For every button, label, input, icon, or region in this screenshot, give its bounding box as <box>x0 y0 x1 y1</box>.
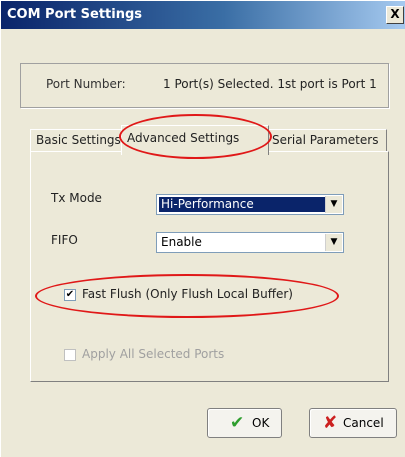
close-icon: X <box>390 7 400 21</box>
advanced-settings-panel: Tx Mode Hi-Performance ▼ FIFO Enable ▼ ✔… <box>30 151 389 382</box>
apply-all-label[interactable]: Apply All Selected Ports <box>82 347 224 361</box>
tab-serial-parameters[interactable]: Serial Parameters <box>266 129 387 152</box>
red-x-icon: ✘ <box>323 413 338 433</box>
port-number-label: Port Number: <box>46 77 126 91</box>
com-port-settings-dialog: COM Port Settings X Port Number: 1 Port(… <box>0 0 405 457</box>
green-check-icon: ✔ <box>230 413 245 433</box>
highlight-ellipse-advanced-tab <box>119 114 272 159</box>
close-button[interactable]: X <box>386 6 404 24</box>
tab-serial-parameters-label: Serial Parameters <box>272 133 379 147</box>
cancel-button[interactable]: ✘ Cancel <box>309 408 397 438</box>
ok-button[interactable]: ✔ OK <box>207 408 282 438</box>
tab-basic-settings[interactable]: Basic Settings <box>30 129 126 152</box>
port-number-value: 1 Port(s) Selected. 1st port is Port 1 <box>163 77 377 91</box>
tx-mode-value: Hi-Performance <box>159 197 325 212</box>
fifo-select[interactable]: Enable ▼ <box>156 232 344 253</box>
tx-mode-label: Tx Mode <box>51 191 102 205</box>
fifo-value: Enable <box>161 235 202 249</box>
window-title: COM Port Settings <box>7 7 143 22</box>
title-bar[interactable]: COM Port Settings X <box>1 1 405 29</box>
apply-all-checkbox[interactable] <box>64 349 76 361</box>
tx-mode-select[interactable]: Hi-Performance ▼ <box>156 194 344 215</box>
cancel-button-label: Cancel <box>343 416 384 430</box>
chevron-down-icon[interactable]: ▼ <box>325 234 342 251</box>
port-number-group: Port Number: 1 Port(s) Selected. 1st por… <box>20 63 389 108</box>
highlight-ellipse-fast-flush <box>35 274 339 318</box>
tab-basic-settings-label: Basic Settings <box>36 133 121 147</box>
ok-button-label: OK <box>252 416 270 430</box>
fifo-label: FIFO <box>51 233 78 247</box>
chevron-down-icon[interactable]: ▼ <box>325 196 342 213</box>
